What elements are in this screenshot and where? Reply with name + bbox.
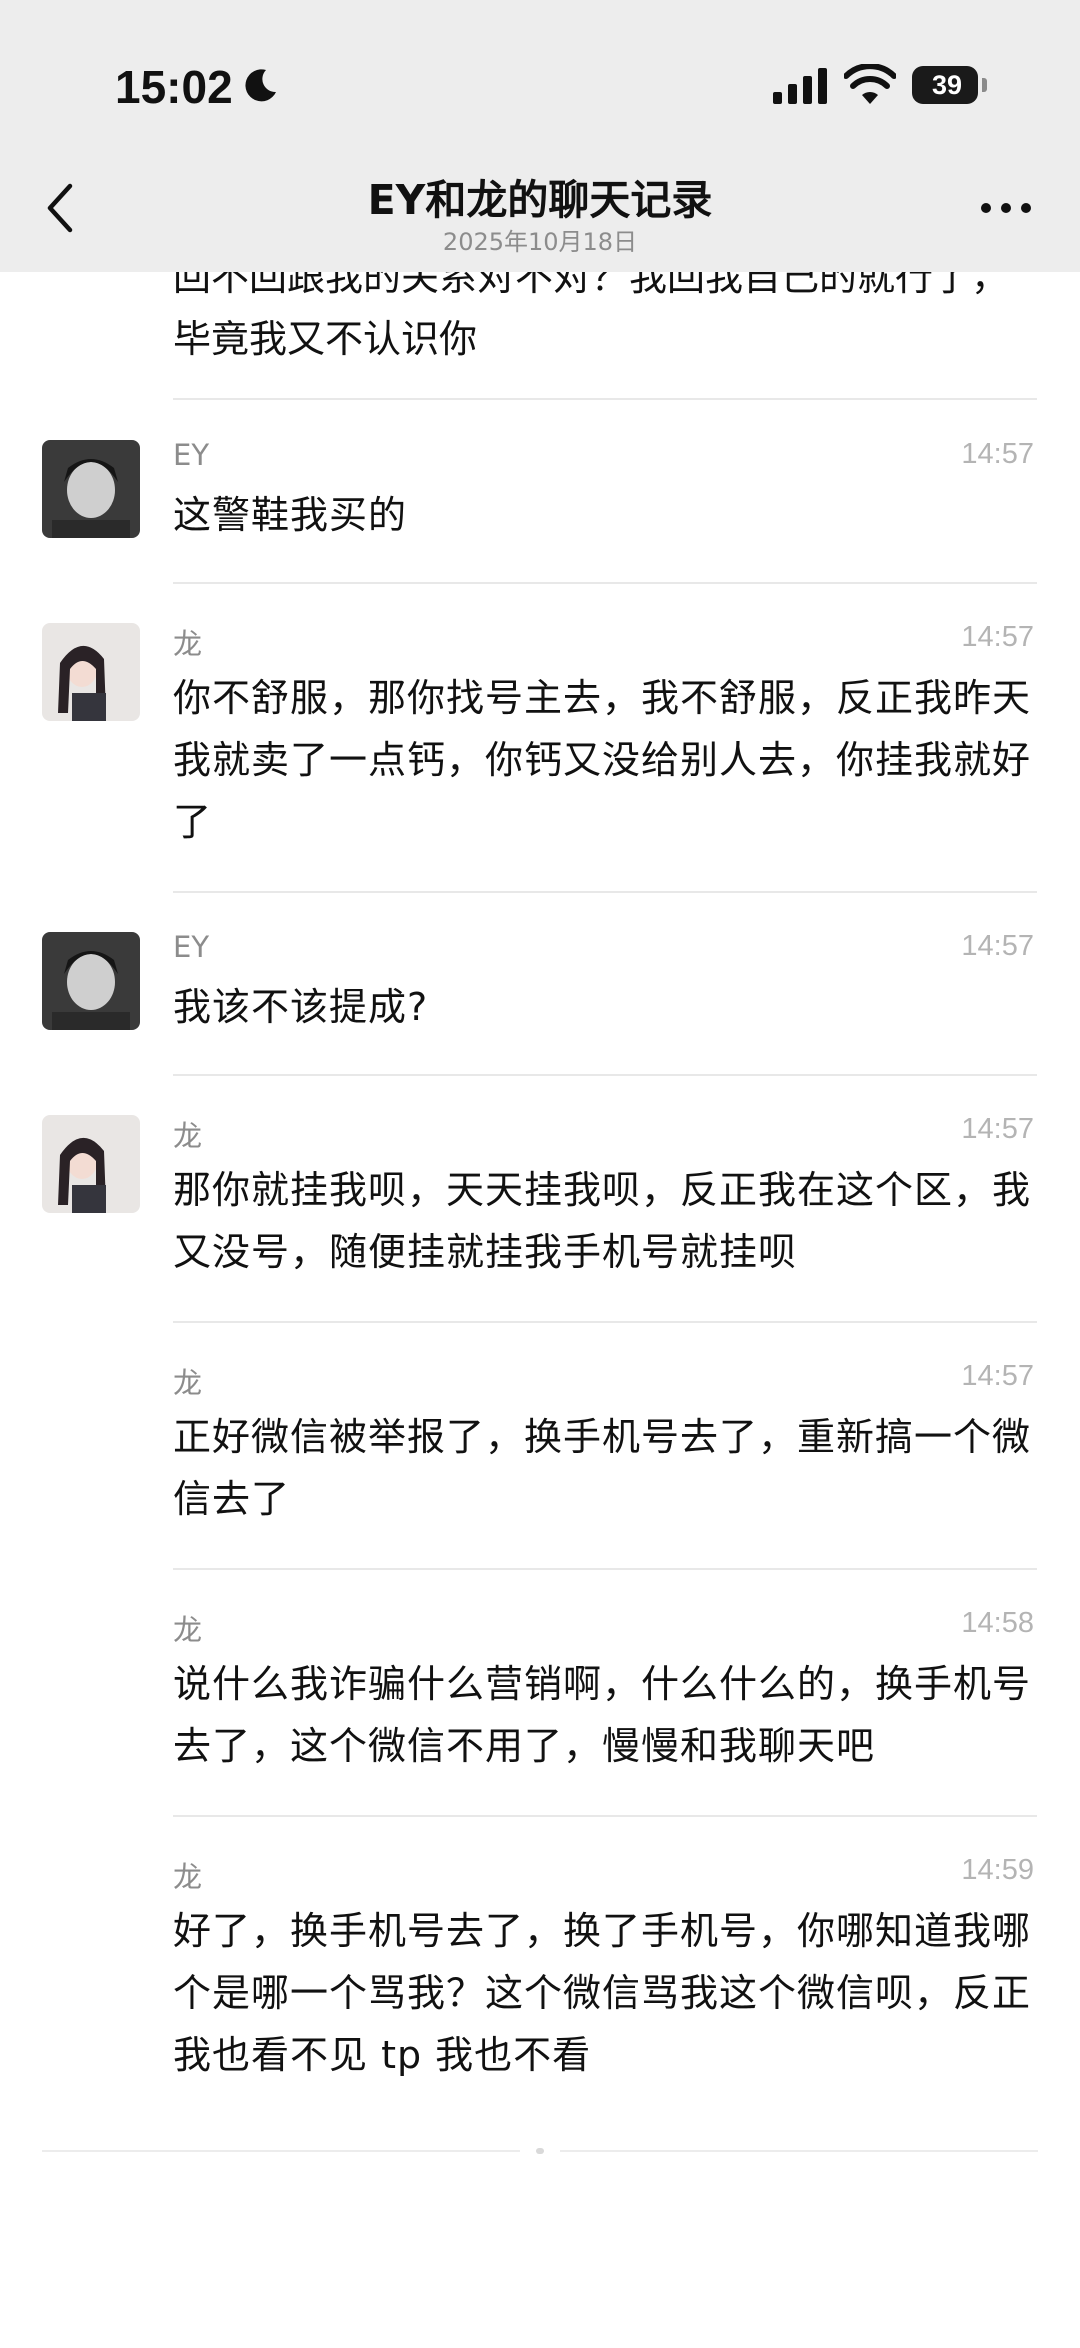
sender-name: 龙	[173, 627, 203, 661]
message-text: 我该不该提成?	[173, 985, 429, 1029]
message-divider	[173, 1074, 1037, 1076]
avatar-ey[interactable]	[42, 440, 140, 538]
sender-name: EY	[173, 930, 210, 964]
message-divider	[173, 891, 1037, 893]
message-time: 14:58	[961, 1607, 1034, 1639]
battery-cap	[982, 78, 987, 92]
avatar-ey[interactable]	[42, 932, 140, 1030]
moon-icon	[245, 69, 276, 102]
header: 15:02 39 EY和龙的聊天记录 2025年10月18日	[0, 0, 1080, 272]
message-divider	[173, 398, 1037, 400]
message-time: 14:57	[961, 1360, 1034, 1392]
message-text: 你不舒服，那你找号主去，我不舒服，反正我昨天我就卖了一点钙，你钙又没给别人去，你…	[173, 676, 1032, 844]
sender-name: 龙	[173, 1613, 203, 1647]
message-divider	[173, 582, 1037, 584]
message-text: 说什么我诈骗什么营销啊，什么什么的，换手机号去了，这个微信不用了，慢慢和我聊天吧	[173, 1662, 1032, 1768]
sender-name: 龙	[173, 1366, 203, 1400]
status-time: 15:02	[115, 61, 233, 113]
message-divider	[173, 1568, 1037, 1570]
avatar-image	[42, 623, 140, 721]
message-divider	[173, 1321, 1037, 1323]
battery-icon: 39	[912, 66, 978, 104]
message-divider	[173, 1815, 1037, 1817]
sender-name: 龙	[173, 1119, 203, 1153]
avatar-long[interactable]	[42, 1115, 140, 1213]
sender-name: EY	[173, 438, 210, 472]
avatar-image	[42, 1115, 140, 1213]
message-text: 正好微信被举报了，换手机号去了，重新搞一个微信去了	[173, 1415, 1032, 1521]
avatar-image	[42, 932, 140, 1030]
message-time: 14:57	[961, 621, 1034, 653]
message-time: 14:59	[961, 1854, 1034, 1886]
more-options-button[interactable]	[978, 196, 1034, 220]
end-divider-dot	[536, 2148, 544, 2154]
avatar-long[interactable]	[42, 623, 140, 721]
message-time: 14:57	[961, 930, 1034, 962]
end-divider-left	[42, 2150, 520, 2152]
message-time: 14:57	[961, 1113, 1034, 1145]
cellular-signal-icon	[773, 68, 827, 104]
message-text: 这警鞋我买的	[173, 493, 408, 537]
wifi-icon	[844, 64, 896, 104]
battery-level: 39	[931, 70, 963, 100]
message-text: 好了，换手机号去了，换了手机号，你哪知道我哪个是哪一个骂我？这个微信骂我这个微信…	[173, 1909, 1032, 2077]
avatar-image	[42, 440, 140, 538]
message-time: 14:57	[961, 438, 1034, 470]
chat-date: 2025年10月18日	[442, 228, 638, 256]
chat-title: EY和龙的聊天记录	[367, 176, 713, 224]
end-divider-right	[560, 2150, 1038, 2152]
sender-name: 龙	[173, 1860, 203, 1894]
message-text: 那你就挂我呗，天天挂我呗，反正我在这个区，我又没号，随便挂就挂我手机号就挂呗	[173, 1168, 1032, 1274]
